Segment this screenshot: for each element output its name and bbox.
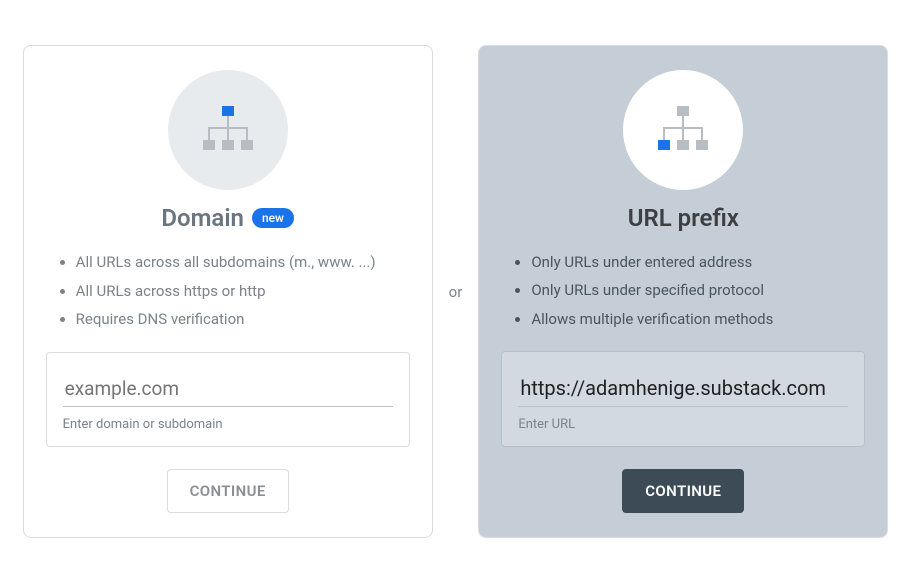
url-prefix-bullets: Only URLs under entered address Only URL… — [501, 248, 865, 334]
url-prefix-card[interactable]: URL prefix Only URLs under entered addre… — [478, 45, 888, 539]
url-prefix-continue-button[interactable]: CONTINUE — [622, 469, 744, 513]
domain-helper: Enter domain or subdomain — [63, 417, 393, 432]
domain-card[interactable]: Domain new All URLs across all subdomain… — [23, 45, 433, 538]
property-type-selector: Domain new All URLs across all subdomain… — [23, 45, 889, 539]
domain-title: Domain — [161, 204, 244, 232]
list-item: All URLs across https or http — [76, 277, 410, 306]
list-item: Only URLs under entered address — [531, 248, 865, 277]
url-prefix-title-row: URL prefix — [628, 204, 739, 232]
url-prefix-input[interactable] — [518, 372, 848, 407]
list-item: Requires DNS verification — [76, 305, 410, 334]
domain-bullets: All URLs across all subdomains (m., www.… — [46, 248, 410, 334]
list-item: All URLs across all subdomains (m., www.… — [76, 248, 410, 277]
url-prefix-title: URL prefix — [628, 204, 739, 232]
url-prefix-helper: Enter URL — [518, 417, 848, 432]
list-item: Only URLs under specified protocol — [531, 276, 865, 305]
subtree-icon — [623, 70, 743, 190]
new-badge: new — [252, 208, 294, 228]
domain-input-box: Enter domain or subdomain — [46, 352, 410, 447]
list-item: Allows multiple verification methods — [531, 305, 865, 334]
domain-continue-button[interactable]: CONTINUE — [167, 469, 289, 513]
domain-title-row: Domain new — [161, 204, 294, 232]
separator-or: or — [449, 283, 463, 301]
url-prefix-input-box: Enter URL — [501, 351, 865, 447]
domain-input[interactable] — [63, 373, 393, 407]
sitemap-icon — [168, 70, 288, 190]
